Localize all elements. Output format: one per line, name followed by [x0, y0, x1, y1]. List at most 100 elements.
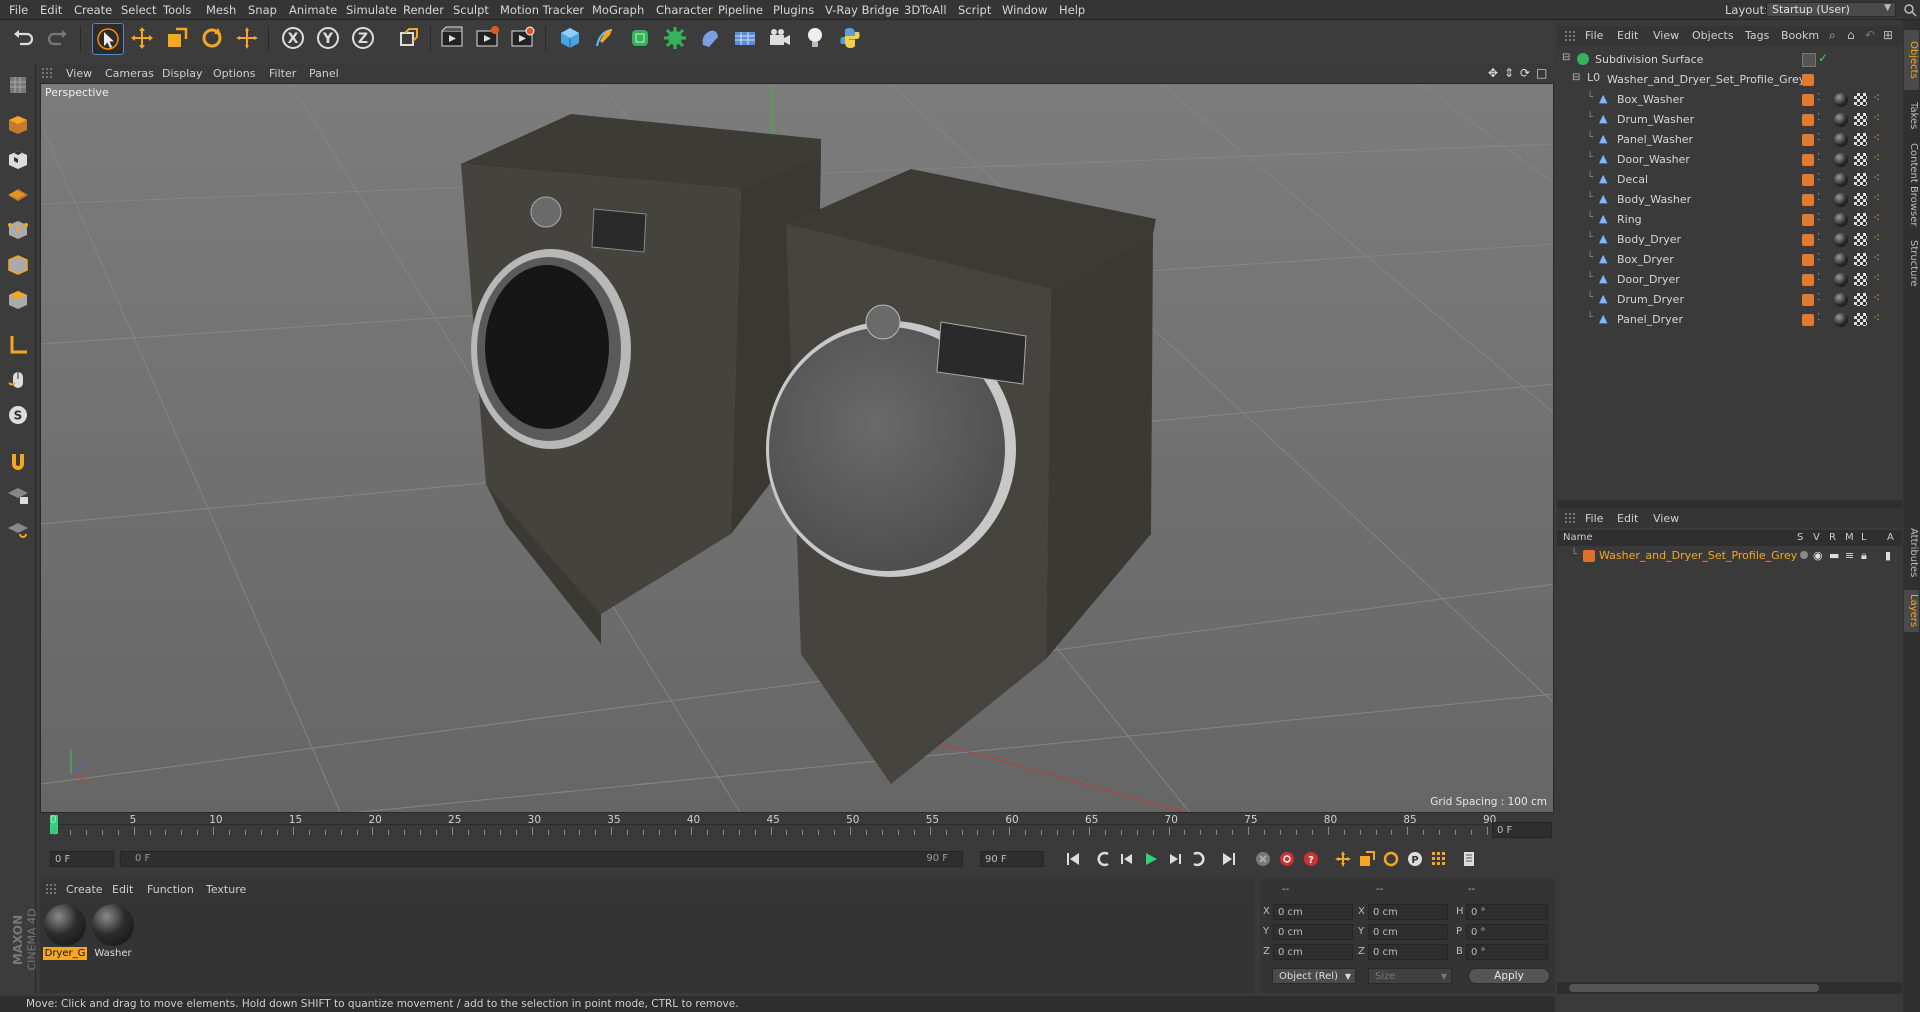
scroll-thumb[interactable]: [1569, 984, 1819, 992]
deformer-button[interactable]: [695, 23, 725, 53]
subdivision-surface-button[interactable]: [625, 23, 655, 53]
visibility-dots-icon[interactable]: ⁚: [1817, 112, 1820, 123]
cube-object-button[interactable]: [555, 23, 585, 53]
side-tab-objects[interactable]: Objects: [1904, 30, 1919, 90]
material-tag-icon[interactable]: [1834, 273, 1848, 287]
visibility-dots-icon[interactable]: ⁚: [1817, 252, 1820, 263]
goto-start-button[interactable]: [1062, 848, 1084, 870]
menu-snap[interactable]: Snap: [248, 3, 277, 17]
menu-animate[interactable]: Animate: [289, 3, 337, 17]
cloner-button[interactable]: [660, 23, 690, 53]
check-icon[interactable]: ✓: [1818, 51, 1828, 65]
menu-simulate[interactable]: Simulate: [346, 3, 397, 17]
viewport-menu-options[interactable]: Options: [213, 67, 255, 80]
layer-menu-file[interactable]: File: [1585, 512, 1603, 525]
search-icon[interactable]: ⌕: [1829, 28, 1836, 43]
visibility-dots-icon[interactable]: ⁚: [1817, 292, 1820, 303]
object-row[interactable]: └ ▲ Drum_Washer ⁚ ⁖: [1557, 110, 1902, 130]
object-row-subdivision[interactable]: ⊟ Subdivision Surface ✓: [1557, 50, 1902, 70]
phong-tag-icon[interactable]: ⁖: [1873, 191, 1880, 205]
menu-motion-tracker[interactable]: Motion Tracker: [500, 3, 584, 17]
object-row[interactable]: └ ▲ Ring ⁚ ⁖: [1557, 210, 1902, 230]
object-row[interactable]: └ ▲ Decal ⁚ ⁖: [1557, 170, 1902, 190]
phong-tag-icon[interactable]: ⁖: [1873, 211, 1880, 225]
size-z-field[interactable]: 0 cm: [1368, 944, 1448, 960]
visibility-dots-icon[interactable]: ⁚: [1817, 172, 1820, 183]
texture-tag-icon[interactable]: [1854, 153, 1867, 166]
menu-edit[interactable]: Edit: [40, 3, 62, 17]
material-tag-icon[interactable]: [1834, 293, 1848, 307]
viewport-rotate-icon[interactable]: ⟳: [1520, 66, 1530, 80]
viewport-menu-view[interactable]: View: [66, 67, 92, 80]
phong-tag-icon[interactable]: ⁖: [1873, 311, 1880, 325]
material-menu-edit[interactable]: Edit: [112, 883, 133, 896]
material-tag-icon[interactable]: [1834, 153, 1848, 167]
workplane-mode-button[interactable]: [4, 181, 32, 209]
phong-tag-icon[interactable]: ⁖: [1873, 251, 1880, 265]
size-x-field[interactable]: 0 cm: [1368, 904, 1448, 920]
menu-render[interactable]: Render: [403, 3, 444, 17]
axis-mode-button[interactable]: [4, 331, 32, 359]
start-frame-field[interactable]: 0 F: [50, 851, 114, 867]
phong-tag-icon[interactable]: ⁖: [1873, 111, 1880, 125]
object-row[interactable]: └ ▲ Door_Dryer ⁚ ⁖: [1557, 270, 1902, 290]
transform-tool-button[interactable]: [232, 23, 262, 53]
viewport-menu-filter[interactable]: Filter: [269, 67, 296, 80]
object-menu-file[interactable]: File: [1585, 29, 1603, 42]
visibility-dots-icon[interactable]: ⁚: [1817, 192, 1820, 203]
texture-tag-icon[interactable]: [1854, 253, 1867, 266]
side-tab-layers[interactable]: Layers: [1904, 590, 1919, 632]
viewport-menu-cameras[interactable]: Cameras: [105, 67, 154, 80]
object-menu-objects[interactable]: Objects: [1692, 29, 1734, 42]
phong-tag-icon[interactable]: ⁖: [1873, 271, 1880, 285]
layer-color-tag[interactable]: [1802, 134, 1814, 146]
key-scale-button[interactable]: [1356, 848, 1378, 870]
render-view-button[interactable]: [437, 23, 467, 53]
layer-row[interactable]: └ Washer_and_Dryer_Set_Profile_Grey ◉ ▬ …: [1557, 546, 1902, 566]
key-pla-button[interactable]: [1428, 848, 1450, 870]
menu-3dtoall[interactable]: 3DToAll: [904, 3, 947, 17]
object-row[interactable]: └ ▲ Body_Washer ⁚ ⁖: [1557, 190, 1902, 210]
texture-tag-icon[interactable]: [1854, 133, 1867, 146]
play-button[interactable]: [1140, 848, 1162, 870]
next-key-button[interactable]: [1188, 848, 1210, 870]
light-button[interactable]: [800, 23, 830, 53]
current-frame-field[interactable]: 0 F: [1492, 822, 1552, 838]
undo-button[interactable]: [8, 23, 38, 53]
floor-button[interactable]: [730, 23, 760, 53]
key-rotation-button[interactable]: [1380, 848, 1402, 870]
texture-tag-icon[interactable]: [1854, 93, 1867, 106]
viewport-move-icon[interactable]: ✥: [1488, 66, 1498, 80]
layer-name[interactable]: Washer_and_Dryer_Set_Profile_Grey: [1599, 549, 1797, 562]
object-menu-view[interactable]: View: [1653, 29, 1679, 42]
make-editable-button[interactable]: [4, 71, 32, 99]
material-tag-icon[interactable]: [1834, 313, 1848, 327]
texture-tag-icon[interactable]: [1854, 113, 1867, 126]
collapse-icon[interactable]: ⊟: [1562, 52, 1570, 63]
menu-sculpt[interactable]: Sculpt: [453, 3, 489, 17]
python-script-button[interactable]: [835, 23, 865, 53]
pos-y-field[interactable]: 0 cm: [1273, 924, 1353, 940]
object-menu-bookmarks[interactable]: Bookm: [1781, 29, 1819, 42]
coordinate-mode-select[interactable]: Object (Rel) ▼: [1272, 968, 1356, 984]
side-tab-takes[interactable]: Takes: [1904, 98, 1919, 134]
object-row[interactable]: └ ▲ Drum_Dryer ⁚ ⁖: [1557, 290, 1902, 310]
menu-character[interactable]: Character: [656, 3, 713, 17]
object-row[interactable]: └ ▲ Box_Washer ⁚ ⁖: [1557, 90, 1902, 110]
model-mode-button[interactable]: [4, 111, 32, 139]
new-window-icon[interactable]: ⊞: [1883, 28, 1893, 42]
polygons-mode-button[interactable]: [4, 286, 32, 314]
viewport-menu-panel[interactable]: Panel: [309, 67, 339, 80]
visibility-dots-icon[interactable]: ⁚: [1817, 212, 1820, 223]
size-mode-select[interactable]: Size ▼: [1368, 968, 1452, 984]
pos-z-field[interactable]: 0 cm: [1273, 944, 1353, 960]
y-axis-lock-button[interactable]: Y: [313, 23, 343, 53]
points-mode-button[interactable]: [4, 216, 32, 244]
search-icon[interactable]: [1902, 2, 1918, 18]
material-tag-icon[interactable]: [1834, 213, 1848, 227]
snap-button[interactable]: S: [4, 401, 32, 429]
texture-tag-icon[interactable]: [1854, 173, 1867, 186]
menu-select[interactable]: Select: [121, 3, 156, 17]
side-tab-structure[interactable]: Structure: [1904, 236, 1919, 291]
solo-toggle[interactable]: [1800, 551, 1808, 559]
